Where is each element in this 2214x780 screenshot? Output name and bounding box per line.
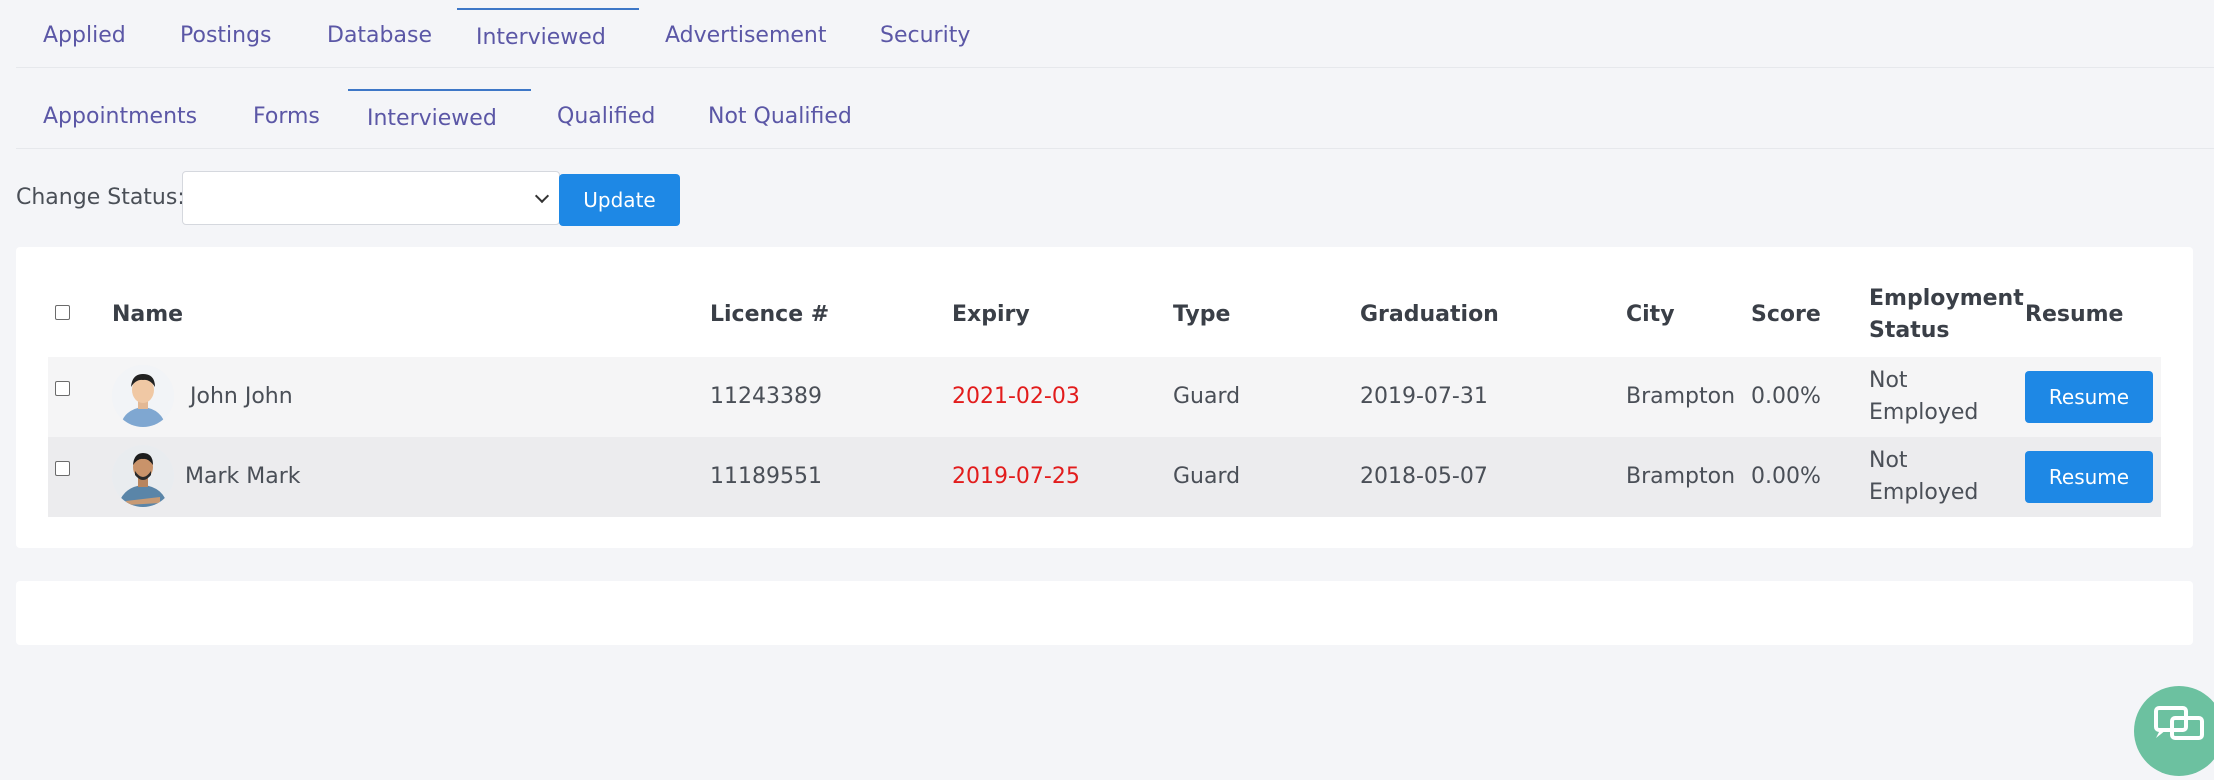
tab-label: Forms [253,104,320,129]
score: 0.00% [1751,384,1821,409]
header-graduation: Graduation [1360,302,1499,327]
tab-label: Applied [43,23,126,48]
resume-button[interactable]: Resume [2025,371,2153,423]
expiry-date: 2021-02-03 [952,384,1080,409]
tab-label: Interviewed [367,106,497,131]
applicant-name: Mark Mark [185,464,301,489]
expiry-date: 2019-07-25 [952,464,1080,489]
score: 0.00% [1751,464,1821,489]
tab-label: Advertisement [665,23,827,48]
employment-status-line1: Not [1869,368,1908,393]
row-checkbox[interactable] [55,461,70,476]
applicants-table-card: Name Licence # Expiry Type Graduation Ci… [16,247,2193,548]
chevron-down-icon [534,188,550,204]
row-checkbox[interactable] [55,381,70,396]
subtab-interviewed[interactable]: Interviewed [348,89,531,149]
header-name: Name [112,302,184,327]
tab-label: Qualified [557,104,656,129]
primary-tab-bar: Applied Postings Database Interviewed Ad… [16,0,2214,68]
tab-interviewed[interactable]: Interviewed [457,8,639,68]
update-button[interactable]: Update [559,174,680,226]
employment-status-line2: Employed [1869,480,1979,505]
resume-button[interactable]: Resume [2025,451,2153,503]
subtab-qualified[interactable]: Qualified [557,89,655,149]
tab-security[interactable]: Security [880,8,970,68]
chat-icon [2154,706,2204,740]
subtab-not-qualified[interactable]: Not Qualified [708,89,852,149]
avatar [112,365,174,427]
subtab-appointments[interactable]: Appointments [43,89,197,149]
applicant-name: John John [190,384,293,409]
subtab-forms[interactable]: Forms [253,89,320,149]
graduation-date: 2018-05-07 [1360,464,1488,489]
header-resume: Resume [2025,302,2124,327]
header-employment-line1: Employment [1869,286,2024,311]
applicant-type: Guard [1173,464,1241,489]
tab-label: Security [880,23,971,48]
tab-label: Database [327,23,432,48]
secondary-tab-bar: Appointments Forms Interviewed Qualified… [16,81,2214,149]
header-type: Type [1173,302,1231,327]
tab-postings[interactable]: Postings [180,8,272,68]
licence-number: 11243389 [710,384,822,409]
tab-applied[interactable]: Applied [43,8,126,68]
avatar [112,445,174,507]
tab-database[interactable]: Database [327,8,432,68]
tab-label: Interviewed [476,25,606,50]
chat-button[interactable] [2134,686,2214,776]
employment-status-line2: Employed [1869,400,1979,425]
licence-number: 11189551 [710,464,822,489]
header-city: City [1626,302,1675,327]
header-score: Score [1751,302,1821,327]
applicant-type: Guard [1173,384,1241,409]
empty-panel [16,581,2193,645]
employment-status-line1: Not [1869,448,1908,473]
change-status-label: Change Status: [16,185,185,210]
tab-label: Appointments [43,104,198,129]
city: Brampton [1626,464,1736,489]
table-row: Mark Mark 11189551 2019-07-25 Guard 2018… [48,437,2161,517]
tab-label: Not Qualified [708,104,852,129]
tab-advertisement[interactable]: Advertisement [665,8,827,68]
table-row: John John 11243389 2021-02-03 Guard 2019… [48,357,2161,437]
city: Brampton [1626,384,1736,409]
header-expiry: Expiry [952,302,1030,327]
graduation-date: 2019-07-31 [1360,384,1488,409]
select-all-checkbox[interactable] [55,305,70,320]
table-header: Name Licence # Expiry Type Graduation Ci… [48,283,2161,363]
header-employment-line2: Status [1869,318,1950,343]
status-select[interactable] [182,171,560,225]
tab-label: Postings [180,23,272,48]
header-licence: Licence # [710,302,830,327]
